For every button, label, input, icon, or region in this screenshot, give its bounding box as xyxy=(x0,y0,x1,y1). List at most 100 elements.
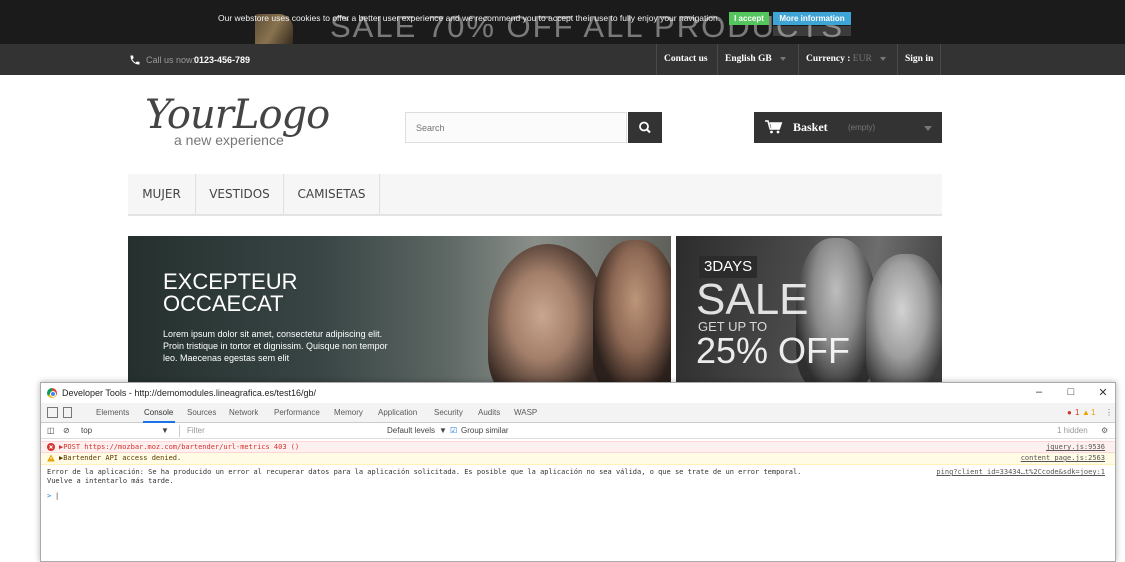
sale-banner[interactable]: 3DAYS SALE GET UP TO 25% OFF xyxy=(676,236,942,382)
warning-icon xyxy=(47,454,55,462)
warning-message-text: ▶Bartender API access denied. xyxy=(59,454,182,462)
console-prompt[interactable]: > | xyxy=(41,491,1115,503)
gear-icon[interactable]: ⚙ xyxy=(1101,426,1108,435)
cookie-message: Our webstore uses cookies to offer a bet… xyxy=(218,13,721,23)
search-button[interactable] xyxy=(628,112,662,143)
cookie-sub-bar xyxy=(773,26,851,36)
chevron-down-icon xyxy=(924,126,932,131)
error-source-link[interactable]: jquery.js:9536 xyxy=(1046,443,1105,452)
search-icon xyxy=(639,121,651,134)
chrome-icon xyxy=(47,388,57,398)
banner-title-line1: EXCEPTEUR xyxy=(163,269,298,294)
tab-wasp[interactable]: WASP xyxy=(514,408,537,417)
search-box[interactable] xyxy=(405,112,627,143)
toolbar-separator xyxy=(179,425,180,437)
devtools-window: Developer Tools - http://demomodules.lin… xyxy=(40,382,1116,562)
console-toolbar: ◫ ⊘ top ▼ Filter Default levels ▼ ☑ Grou… xyxy=(41,423,1115,439)
top-nav: Call us now: 0123-456-789 Contact us Eng… xyxy=(0,44,1125,75)
phone-number: 0123-456-789 xyxy=(194,55,251,65)
sidebar-toggle-icon[interactable]: ◫ xyxy=(47,426,55,435)
log-levels-dropdown[interactable]: Default levels xyxy=(387,426,435,435)
menu-item-mujer[interactable]: MUJER xyxy=(128,174,196,214)
warning-count-icon[interactable]: ▲ xyxy=(1082,408,1090,417)
banner-model-man xyxy=(593,240,671,382)
prompt-cursor: | xyxy=(55,492,60,500)
language-value: English GB xyxy=(725,54,772,64)
sign-in-link[interactable]: Sign in xyxy=(897,44,942,75)
menu-item-camisetas[interactable]: CAMISETAS xyxy=(284,174,380,214)
tab-audits[interactable]: Audits xyxy=(478,408,500,417)
page: SALE 70% OFF ALL PRODUCTS Our webstore u… xyxy=(0,0,1125,562)
contact-us-label: Contact us xyxy=(664,54,708,64)
device-toolbar-icon[interactable] xyxy=(63,407,72,418)
basket-status: (empty) xyxy=(848,123,876,132)
warning-source-link[interactable]: content_page.js:2563 xyxy=(1021,454,1105,463)
warning-count: 1 xyxy=(1091,408,1096,417)
error-count-icon[interactable]: ● xyxy=(1067,408,1072,417)
main-menu: MUJER VESTIDOS CAMISETAS xyxy=(128,174,942,216)
search-input[interactable] xyxy=(406,113,626,142)
hidden-count: 1 hidden xyxy=(1057,426,1088,435)
close-icon[interactable]: ✕ xyxy=(1093,386,1113,399)
phone-icon xyxy=(129,54,141,66)
tab-network[interactable]: Network xyxy=(229,408,258,417)
info-source-link[interactable]: ping?client_id=33434…t%2Ccode&sdk=joey:1 xyxy=(936,468,1105,477)
error-message-text: ▶POST https://mozbar.moz.com/bartender/u… xyxy=(59,443,300,451)
currency-label: Currency : xyxy=(806,54,851,64)
error-count: 1 xyxy=(1075,408,1080,417)
clear-console-icon[interactable]: ⊘ xyxy=(63,426,70,435)
banner-description: Lorem ipsum dolor sit amet, consectetur … xyxy=(163,329,388,363)
currency-selector[interactable]: Currency : EUR xyxy=(798,44,893,75)
tab-performance[interactable]: Performance xyxy=(274,408,320,417)
tab-security[interactable]: Security xyxy=(434,408,463,417)
more-options-icon[interactable]: ⋮ xyxy=(1105,408,1113,417)
tab-elements[interactable]: Elements xyxy=(96,408,129,417)
banner-model-woman xyxy=(488,244,608,382)
context-selector[interactable]: top xyxy=(81,426,92,435)
slider-banner[interactable]: EXCEPTEUR OCCAECAT Lorem ipsum dolor sit… xyxy=(128,236,671,382)
maximize-icon[interactable]: □ xyxy=(1061,386,1081,398)
contact-us-link[interactable]: Contact us xyxy=(656,44,715,75)
group-similar-label: Group similar xyxy=(461,426,509,435)
cart-icon xyxy=(765,120,783,134)
tab-console[interactable]: Console xyxy=(144,408,173,417)
console-message-info[interactable]: Error de la aplicación: Se ha producido … xyxy=(41,467,1115,489)
sale-title: SALE xyxy=(696,275,809,324)
info-message-text: Error de la aplicación: Se ha producido … xyxy=(47,468,802,476)
banner-title: EXCEPTEUR OCCAECAT xyxy=(163,271,297,315)
devtools-tabbar: Elements Console Sources Network Perform… xyxy=(41,403,1115,423)
sign-in-label: Sign in xyxy=(905,54,934,64)
sale-model-woman xyxy=(866,254,942,382)
tab-sources[interactable]: Sources xyxy=(187,408,216,417)
currency-value: EUR xyxy=(852,54,872,64)
basket-label: Basket xyxy=(793,120,828,134)
chevron-down-icon xyxy=(879,56,886,61)
tab-memory[interactable]: Memory xyxy=(334,408,363,417)
minimize-icon[interactable]: – xyxy=(1029,386,1049,398)
menu-item-vestidos[interactable]: VESTIDOS xyxy=(196,174,284,214)
chevron-down-icon: ▼ xyxy=(161,426,169,435)
group-similar-checkbox[interactable]: ☑ xyxy=(450,426,457,435)
console-message-error[interactable]: ▶POST https://mozbar.moz.com/bartender/u… xyxy=(41,441,1115,453)
console-message-warning[interactable]: ▶Bartender API access denied. content_pa… xyxy=(41,453,1115,465)
inspect-element-icon[interactable] xyxy=(47,407,58,418)
prompt-chevron-icon: > xyxy=(47,492,52,500)
call-us-label: Call us now: xyxy=(146,55,196,65)
chevron-down-icon xyxy=(779,56,786,61)
devtools-titlebar: Developer Tools - http://demomodules.lin… xyxy=(41,383,1115,403)
info-message-text-continued: Vuelve a intentarlo más tarde. xyxy=(47,477,174,485)
tab-application[interactable]: Application xyxy=(378,408,417,417)
basket-button[interactable]: Basket (empty) xyxy=(754,112,942,143)
cookie-more-info-button[interactable]: More information xyxy=(773,12,851,25)
logo-tagline: a new experience xyxy=(174,132,284,148)
cookie-accept-button[interactable]: I accept xyxy=(729,12,769,25)
devtools-title: Developer Tools - http://demomodules.lin… xyxy=(62,388,316,398)
language-selector[interactable]: English GB xyxy=(717,44,793,75)
sale-discount: 25% OFF xyxy=(696,330,851,371)
banner-title-line2: OCCAECAT xyxy=(163,291,284,316)
cookie-bar: SALE 70% OFF ALL PRODUCTS Our webstore u… xyxy=(0,0,1125,44)
chevron-down-icon: ▼ xyxy=(439,426,447,435)
error-icon xyxy=(47,443,55,451)
site-logo[interactable]: YourLogo a new experience xyxy=(145,92,345,156)
filter-input[interactable]: Filter xyxy=(187,426,205,435)
